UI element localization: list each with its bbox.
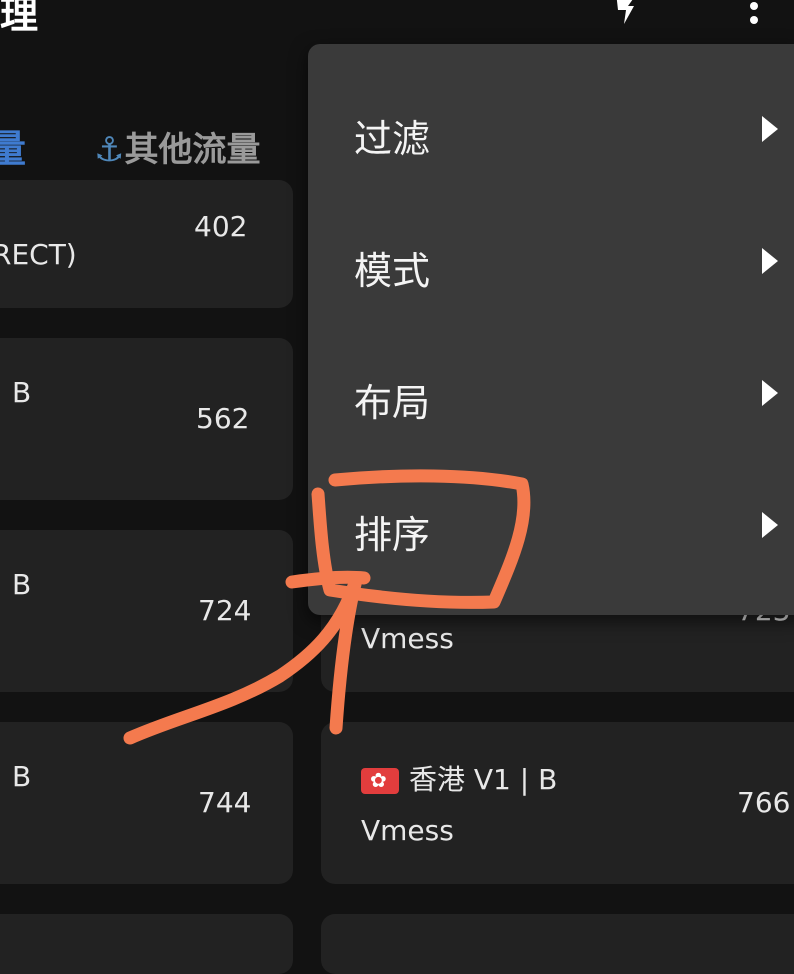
tab-active[interactable]: 量 <box>0 118 26 173</box>
anchor-icon: ⚓ <box>94 130 125 170</box>
proxy-card[interactable] <box>321 914 794 974</box>
menu-item-sort[interactable]: 排序 <box>308 468 794 588</box>
proxy-name: RECT) <box>0 238 77 271</box>
tab-other-label: 其他流量 <box>124 130 261 170</box>
chevron-right-icon <box>762 116 778 142</box>
chevron-right-icon <box>762 512 778 538</box>
proxy-card[interactable]: 香港 V1 | B Vmess 766 <box>321 722 794 884</box>
proxy-card[interactable]: B 562 <box>0 338 293 500</box>
proxy-latency: 402 <box>194 210 248 243</box>
proxy-name-text: 香港 V1 | B <box>409 763 558 796</box>
hong-kong-flag-icon <box>361 767 399 794</box>
proxy-latency: 766 <box>737 786 791 819</box>
more-vert-icon[interactable] <box>744 0 764 26</box>
proxy-card[interactable] <box>0 914 293 974</box>
page-title: 理 <box>0 0 39 37</box>
proxy-protocol: Vmess <box>361 622 454 655</box>
chevron-right-icon <box>762 380 778 406</box>
proxy-name: B <box>12 760 32 793</box>
proxy-card[interactable]: B 724 <box>0 530 293 692</box>
menu-item-label: 排序 <box>354 513 431 557</box>
proxy-card[interactable]: RECT) 402 <box>0 180 293 308</box>
proxy-latency: 724 <box>198 594 252 627</box>
tab-other-traffic[interactable]: ⚓其他流量 <box>94 122 260 171</box>
proxy-latency: 562 <box>196 402 250 435</box>
bolt-icon[interactable] <box>612 0 640 24</box>
overflow-menu: 过滤 模式 布局 排序 <box>308 44 794 615</box>
proxy-name: 香港 V1 | B <box>361 758 557 798</box>
menu-item-filter[interactable]: 过滤 <box>308 72 794 192</box>
chevron-right-icon <box>762 248 778 274</box>
proxy-name: B <box>12 568 32 601</box>
menu-item-label: 模式 <box>354 249 431 293</box>
menu-item-label: 过滤 <box>354 117 431 161</box>
menu-item-label: 布局 <box>354 381 431 425</box>
proxy-protocol: Vmess <box>361 814 454 847</box>
proxy-latency: 744 <box>198 786 252 819</box>
menu-item-layout[interactable]: 布局 <box>308 336 794 456</box>
proxy-name: B <box>12 376 32 409</box>
menu-item-mode[interactable]: 模式 <box>308 204 794 324</box>
proxy-card[interactable]: B 744 <box>0 722 293 884</box>
